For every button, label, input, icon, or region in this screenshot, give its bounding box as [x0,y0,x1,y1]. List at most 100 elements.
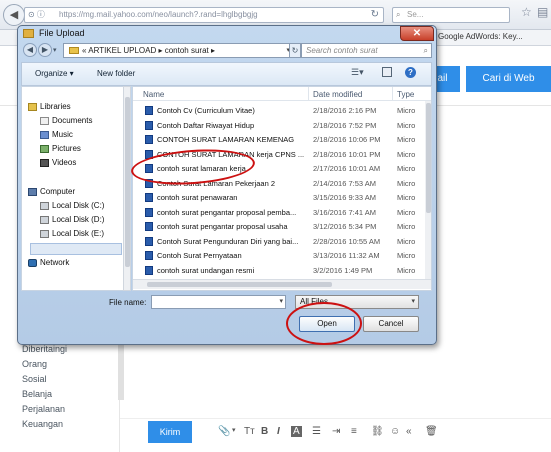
dialog-title: File Upload [39,28,85,38]
chevron-down-icon[interactable]: ▾ [279,297,283,305]
views-icon[interactable]: ☰▾ [351,67,364,78]
cancel-button[interactable]: Cancel [363,316,419,332]
url-bar[interactable]: ⊙ ⓘ https://mg.mail.yahoo.com/neo/launch… [24,7,384,23]
reload-icon[interactable]: ↻ [371,8,379,22]
nav-disk-d[interactable]: Local Disk (D:) [40,215,104,224]
sidebar-item-sosial[interactable]: Sosial [22,374,47,384]
text-color-icon[interactable]: A [291,426,302,437]
file-name: Contoh Surat Pengunduran Diri yang bai..… [157,236,299,246]
file-row[interactable]: Contoh Surat Pernyataan 3/13/2016 11:32 A… [133,249,431,261]
file-type: Micro [397,135,416,144]
link-icon[interactable]: ⛓ [371,426,384,437]
nav-forward-button[interactable]: ▶ [38,43,52,57]
address-breadcrumb[interactable]: « ARTIKEL UPLOAD ▸ contoh surat ▸ ▾ [63,43,293,58]
word-document-icon [145,207,153,217]
file-row[interactable]: Contoh Daftar Riwayat Hidup 2/18/2016 7:5… [133,119,431,131]
indent-icon[interactable]: ⇥ [332,426,340,437]
file-date: 2/28/2016 10:55 AM [313,236,381,246]
file-row[interactable]: contoh surat penawaran 3/15/2016 9:33 AM M… [133,191,431,203]
search-web-button[interactable]: Cari di Web [466,66,551,92]
file-row[interactable]: contoh surat pengantar proposal pemba...… [133,206,431,218]
nav-back-button[interactable]: ◀ [23,43,37,57]
attach-icon[interactable]: 📎 [218,426,230,437]
file-date: 2/17/2016 10:01 AM [313,164,381,173]
file-list: Name Date modified Type Contoh Cv (Curri… [132,86,432,291]
file-row[interactable]: Contoh Cv (Curriculum Vitae) 2/18/2016 2:… [133,104,431,116]
nav-pictures[interactable]: Pictures [40,144,81,153]
back-button[interactable]: ◀ [3,4,25,26]
file-date: 3/13/2016 11:32 AM [313,251,380,260]
folder-search-input[interactable]: Search contoh surat ⌕ [301,43,432,58]
align-icon[interactable]: ≡ [351,426,357,437]
file-list-scrollbar[interactable] [425,101,431,279]
file-hscroll-thumb[interactable] [147,282,332,287]
file-name-input[interactable]: ▾ [151,295,286,309]
file-upload-dialog: File Upload ✕ ◀ ▶ ▾ « ARTIKEL UPLOAD ▸ c… [17,25,437,345]
nav-disk-e[interactable]: Local Disk (E:) [40,229,104,238]
documents-icon [40,116,49,125]
file-name: Contoh Cv (Curriculum Vitae) [157,106,255,115]
collapse-icon[interactable]: « [406,426,412,437]
recent-dropdown-icon[interactable]: ▾ [53,46,57,54]
file-list-header: Name Date modified Type [133,87,431,101]
file-type: Micro [397,120,416,130]
sidebar-item-keuangan[interactable]: Keuangan [22,419,63,429]
sidebar-item-perjalanan[interactable]: Perjalanan [22,404,65,414]
file-name: Contoh Daftar Riwayat Hidup [157,120,255,130]
nav-computer[interactable]: Computer [28,187,75,196]
file-date: 2/18/2016 2:16 PM [313,106,377,115]
bookmark-star-icon[interactable]: ☆ [521,5,532,19]
bookmarks-icon[interactable]: ▤ [537,5,548,19]
column-divider[interactable] [392,87,393,101]
dialog-footer: File name: ▾ All Files ▾ Open Cancel [21,292,432,342]
bold-icon[interactable]: B [261,426,268,437]
column-name[interactable]: Name [143,90,164,99]
file-row[interactable]: CONTOH SURAT LAMARAN KEMENAG 2/18/2016 10… [133,133,431,145]
organize-button[interactable]: Organize ▾ [35,69,74,78]
new-folder-button[interactable]: New folder [97,69,135,78]
file-name: Contoh Surat Pernyataan [157,251,242,260]
nav-documents[interactable]: Documents [40,116,92,125]
font-size-icon[interactable]: Tт [244,426,255,437]
emoji-icon[interactable]: ☺ [390,426,400,437]
file-row[interactable]: contoh surat pengantar proposal usaha 3/1… [133,220,431,232]
attach-dropdown-icon[interactable]: ▾ [232,426,236,434]
selection-highlight [30,243,122,255]
nav-scroll-thumb[interactable] [125,97,130,267]
bullet-list-icon[interactable]: ☰ [312,426,321,437]
nav-videos[interactable]: Videos [40,158,76,167]
trash-icon[interactable]: 🗑 [425,426,438,437]
site-info-icon[interactable]: ⊙ ⓘ [28,8,45,22]
libraries-icon [28,102,37,111]
word-document-icon [145,222,153,231]
file-row[interactable]: Contoh Surat Pengunduran Diri yang bai..… [133,235,431,247]
help-icon[interactable]: ? [405,67,416,78]
nav-music[interactable]: Music [40,130,73,139]
italic-icon[interactable]: I [277,426,280,437]
file-scroll-thumb[interactable] [426,103,431,213]
nav-libraries[interactable]: Libraries [28,102,71,111]
file-row[interactable]: contoh surat undangan resmi 3/2/2016 1:49… [133,264,431,276]
preview-pane-icon[interactable] [382,67,392,77]
refresh-icon[interactable]: ↻ [289,43,301,58]
nav-disk-c[interactable]: Local Disk (C:) [40,201,104,210]
file-name: contoh surat pengantar proposal pemba... [157,207,297,217]
send-button[interactable]: Kirim [148,421,192,443]
nav-scrollbar[interactable] [123,86,131,291]
chevron-down-icon: ▾ [411,298,415,305]
file-date: 3/2/2016 1:49 PM [313,265,373,275]
close-button[interactable]: ✕ [400,26,434,41]
sidebar-item-orang[interactable]: Orang [22,359,47,369]
file-type: Micro [397,222,416,231]
bookmark-adwords[interactable]: Google AdWords: Key... [438,32,523,41]
file-list-hscrollbar[interactable] [133,279,431,289]
column-date-modified[interactable]: Date modified [313,90,362,99]
disk-icon [40,201,49,210]
column-type[interactable]: Type [397,90,414,99]
nav-network[interactable]: Network [28,258,69,267]
sidebar-item-diberitaingi[interactable]: Diberitaingi [22,344,67,354]
sidebar-item-belanja[interactable]: Belanja [22,389,52,399]
column-divider[interactable] [308,87,309,101]
file-type: Micro [397,106,416,115]
browser-search-input[interactable]: ⌕ Se... [392,7,510,23]
